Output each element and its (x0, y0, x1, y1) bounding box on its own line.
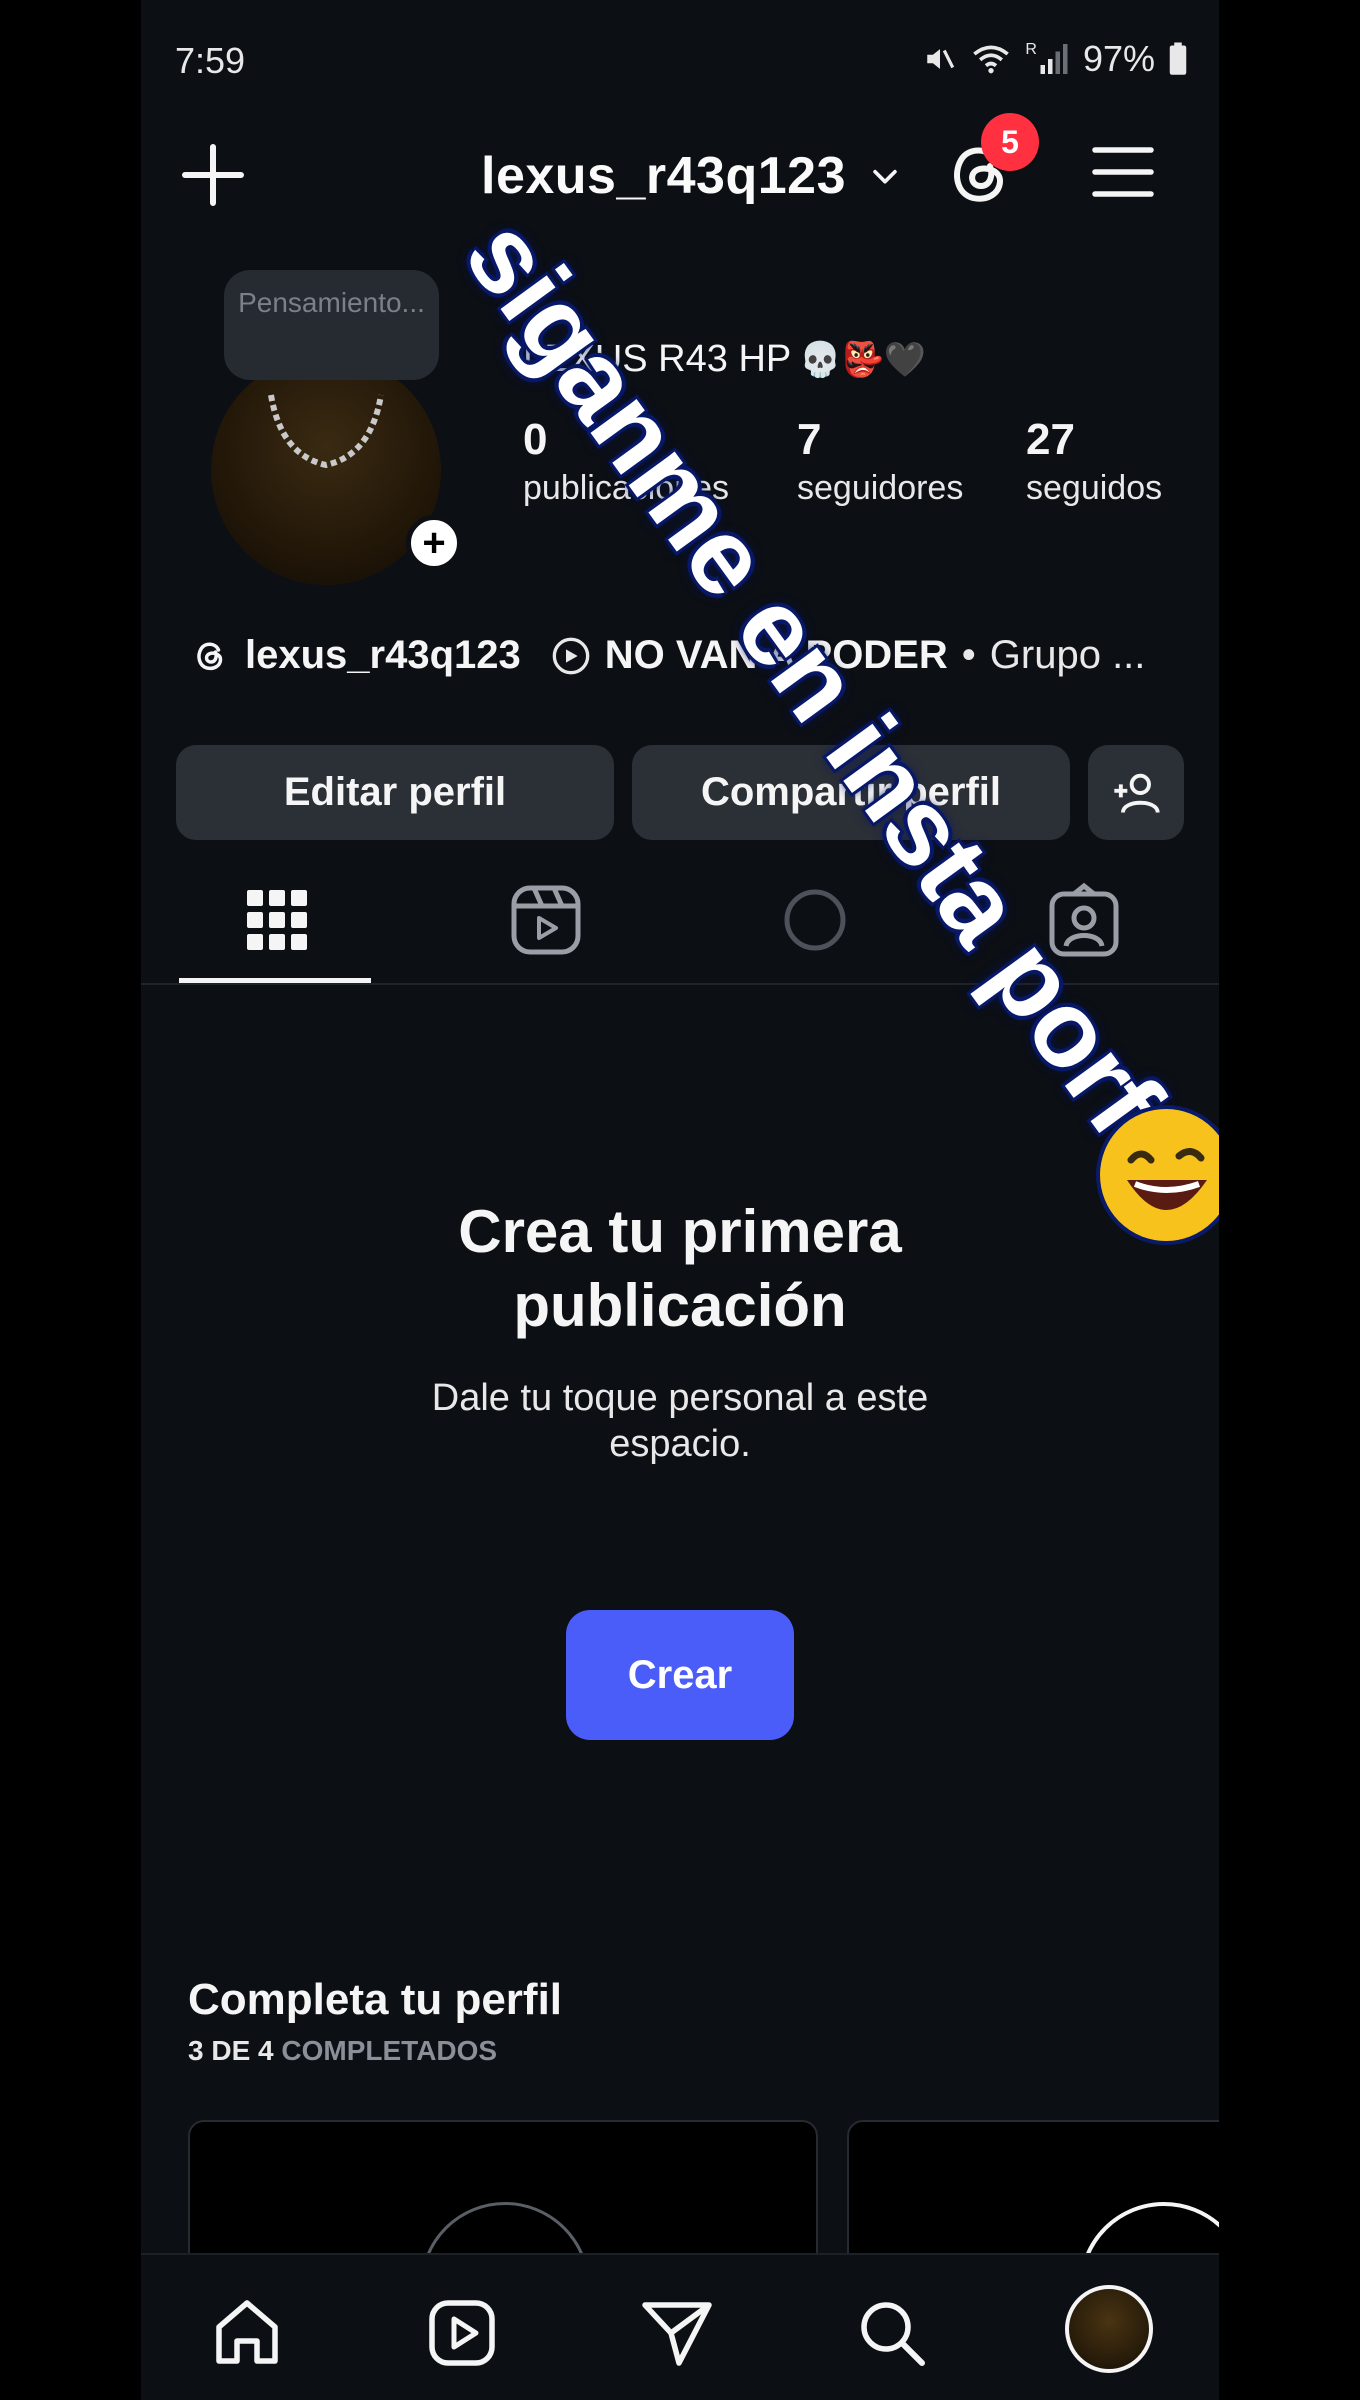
account-switcher[interactable]: lexus_r43q123 (481, 146, 902, 206)
empty-sub-line1: Dale tu toque personal a este (431, 1377, 929, 1419)
stat-following-value: 27 (1026, 415, 1075, 464)
profile-nav-avatar[interactable] (1065, 2285, 1153, 2373)
wifi-icon (973, 45, 1010, 74)
stat-posts-value: 0 (523, 415, 548, 464)
threads-handle-link[interactable]: lexus_r43q123 (245, 633, 521, 678)
roaming-indicator: R (1025, 41, 1037, 58)
hamburger-menu-icon[interactable] (1091, 140, 1155, 204)
tagged-tab-icon[interactable] (1044, 880, 1124, 960)
mute-icon (927, 49, 955, 69)
home-icon[interactable] (209, 2295, 285, 2371)
display-name-text: LEXUS R43 HP (523, 338, 792, 380)
add-story-button[interactable]: + (406, 515, 462, 571)
status-icons: R 97% (923, 38, 1187, 80)
discover-people-button[interactable] (1088, 745, 1184, 840)
empty-sub-line2: espacio. (609, 1423, 751, 1465)
progress-label: COMPLETADOS (281, 2035, 498, 2066)
stat-followers[interactable]: 7 seguidores (797, 415, 963, 508)
status-bar: 7:59 R 97% (141, 0, 1219, 120)
empty-state-subtitle: Dale tu toque personal a este espacio. (141, 1375, 1219, 1467)
profile-header: lexus_r43q123 5 (141, 113, 1219, 240)
profile-links-row: lexus_r43q123 NO VAN A PODER • Grupo ... (191, 633, 1201, 678)
stat-followers-label: seguidores (797, 469, 964, 507)
header-username: lexus_r43q123 (481, 147, 846, 205)
stat-posts-label: publicaciones (523, 469, 730, 507)
active-tab-indicator (179, 978, 371, 983)
channel-separator: • (961, 633, 976, 677)
complete-profile-progress: 3 DE 4 COMPLETADOS (188, 2035, 497, 2067)
stat-followers-value: 7 (797, 415, 822, 464)
threads-small-icon (197, 642, 223, 670)
stat-posts[interactable]: 0 publicaciones (523, 415, 729, 508)
empty-title-line1: Crea tu primera (458, 1198, 902, 1265)
stat-following[interactable]: 27 seguidos (1026, 415, 1162, 508)
signal-icon (1040, 44, 1068, 74)
channel-type: Grupo ... (989, 633, 1146, 677)
bottom-navigation (141, 2253, 1219, 2400)
complete-profile-title: Completa tu perfil (188, 1975, 563, 2024)
broadcast-channel-icon (552, 637, 590, 674)
search-icon[interactable] (854, 2295, 930, 2371)
notification-badge: 5 (981, 113, 1039, 171)
empty-title-line2: publicación (513, 1272, 847, 1339)
add-person-icon (1114, 773, 1160, 813)
phone-screen: 7:59 R 97% lexus_r43q123 5 + Pensamiento… (141, 0, 1219, 2400)
profile-avatar-wrapper[interactable]: + (211, 355, 462, 585)
create-plus-icon[interactable] (181, 143, 245, 207)
channel-name-link[interactable]: NO VAN A PODER (605, 633, 948, 678)
stat-following-label: seguidos (1026, 469, 1163, 507)
chevron-down-icon (873, 169, 897, 184)
avatar-chain-graphic (268, 394, 384, 469)
profile-note-bubble[interactable]: Pensamiento... (224, 270, 439, 380)
status-time: 7:59 (175, 40, 246, 81)
progress-count: 3 DE 4 (188, 2035, 274, 2066)
battery-percent: 97% (1082, 38, 1155, 79)
reposts-tab-icon[interactable] (775, 880, 855, 960)
grid-tab-icon[interactable] (237, 880, 317, 960)
messages-send-icon[interactable] (639, 2295, 715, 2371)
battery-icon (1169, 42, 1187, 75)
display-name-emojis: 💀👺🖤 (799, 340, 927, 379)
display-name: LEXUS R43 HP 💀👺🖤 (523, 338, 926, 381)
content-tabs (141, 860, 1219, 985)
create-post-button[interactable]: Crear (566, 1610, 794, 1740)
edit-profile-button[interactable]: Editar perfil (176, 745, 614, 840)
empty-state-title: Crea tu primera publicación (141, 1195, 1219, 1343)
reels-nav-icon[interactable] (424, 2295, 500, 2371)
reels-tab-icon[interactable] (506, 880, 586, 960)
share-profile-button[interactable]: Compartir perfil (632, 745, 1070, 840)
